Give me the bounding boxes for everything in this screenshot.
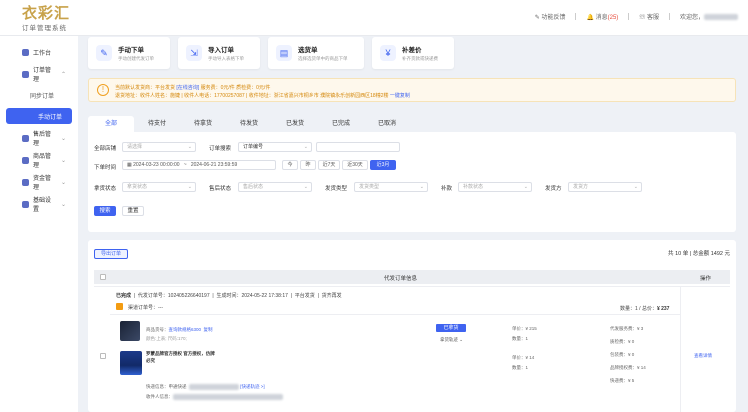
range-30d[interactable]: 近30天 xyxy=(342,160,368,170)
sidebar-item-aftersale[interactable]: 售后管理 ⌄ xyxy=(0,129,78,147)
sidebar-item-settings[interactable]: 基础设置 ⌄ xyxy=(0,195,78,213)
cart-icon: ▤ xyxy=(276,45,292,61)
copy-address-link[interactable]: 一键复制 xyxy=(390,93,410,99)
chevron-down-icon: ⌄ xyxy=(60,135,66,142)
reset-button[interactable]: 重置 xyxy=(122,206,144,216)
card-manual-order[interactable]: ✎ 手动下单 手动创建代发订单 xyxy=(88,37,170,69)
wallet-icon xyxy=(22,178,29,186)
aftersale-icon xyxy=(22,134,29,142)
divider xyxy=(94,286,730,287)
online-consult-link[interactable]: [在线咨询] xyxy=(176,85,199,91)
app-logo[interactable]: 衣彩汇 订单管理系统 xyxy=(22,5,70,32)
order-icon xyxy=(22,70,29,78)
chevron-down-icon: ⌄ xyxy=(419,184,424,190)
order-tabs: 全部 待支付 待拿货 待发货 已发货 已完成 已取消 xyxy=(88,116,410,132)
logo-text: 衣彩汇 xyxy=(22,4,71,22)
card-import-order[interactable]: ⇲ 导入订单 手动导入表格下单 xyxy=(178,37,260,69)
messages-link[interactable]: 🔔 消息(25) xyxy=(586,12,618,21)
view-detail-link[interactable]: 查看详情 xyxy=(694,353,712,359)
pick-status-select[interactable]: 拿货状态 ⌄ xyxy=(122,182,196,192)
product-thumbnail[interactable] xyxy=(120,321,140,341)
chevron-down-icon: ⌄ xyxy=(60,179,66,186)
sidebar-item-workbench[interactable]: 工作台 xyxy=(0,43,78,61)
search-input[interactable] xyxy=(316,142,400,152)
copy-link[interactable]: 复制 xyxy=(204,327,213,332)
tab-shipped[interactable]: 已发货 xyxy=(272,116,318,132)
status-badge: 已拿货 xyxy=(436,324,466,332)
chevron-down-icon: ⌄ xyxy=(187,144,192,150)
chevron-down-icon: ⌄ xyxy=(303,144,308,150)
chevron-down-icon: ⌄ xyxy=(523,184,528,190)
shipper-select[interactable]: 发货方 ⌄ xyxy=(568,182,642,192)
tab-to-pick[interactable]: 待拿货 xyxy=(180,116,226,132)
sidebar-item-funds[interactable]: 资金管理 ⌄ xyxy=(0,173,78,191)
import-icon: ⇲ xyxy=(186,45,202,61)
export-orders-button[interactable]: 导出订单 xyxy=(94,249,128,259)
order-total: 共 10 单 | 总金额 1492 元 xyxy=(668,251,730,257)
chevron-down-icon: ⌄ xyxy=(60,157,66,164)
pick-trace-toggle[interactable]: 拿货轨迹 ⌄ xyxy=(440,337,463,343)
top-header: 衣彩汇 订单管理系统 ✎ 功能反馈 🔔 消息(25) ☏ 客服 欢迎您， xyxy=(0,0,748,36)
tab-unpaid[interactable]: 待支付 xyxy=(134,116,180,132)
sidebar-item-manual-orders[interactable]: 手动订单 xyxy=(6,108,72,124)
notice-banner: ! 当前默认发货商：平台发货 [在线咨询] 服务费：0元/件 质检费：0元/件 … xyxy=(88,78,736,102)
payment-status-select[interactable]: 补款状态 ⌄ xyxy=(458,182,532,192)
range-3m[interactable]: 近3月 xyxy=(370,160,396,170)
chevron-down-icon: ⌄ xyxy=(60,201,66,208)
tab-cancelled[interactable]: 已取消 xyxy=(364,116,410,132)
tab-to-ship[interactable]: 待发货 xyxy=(226,116,272,132)
select-all-checkbox[interactable] xyxy=(100,274,106,280)
brand-logo-thumbnail xyxy=(120,351,142,375)
card-pick-list[interactable]: ▤ 选货单 选择选货单中的商品下单 xyxy=(268,37,364,69)
chevron-up-icon: ⌃ xyxy=(60,71,66,78)
time-range-input[interactable]: ▦ 2024-03-23 00:00:00 ~ 2024-06-21 23:59… xyxy=(122,160,276,170)
range-yesterday[interactable]: 昨 xyxy=(300,160,316,170)
header-actions: ✎ 功能反馈 🔔 消息(25) ☏ 客服 欢迎您， xyxy=(535,12,738,21)
money-icon: ¥ xyxy=(380,45,396,61)
chevron-down-icon: ⌄ xyxy=(633,184,638,190)
express-trace-link[interactable]: [快递轨迹 >] xyxy=(240,384,264,389)
settings-icon xyxy=(22,200,29,208)
platform-icon xyxy=(116,303,123,310)
goods-link[interactable]: 查询款规格6300 xyxy=(169,327,202,332)
delivery-type-select[interactable]: 发货类型 ⌄ xyxy=(354,182,428,192)
goods-icon xyxy=(22,156,29,164)
tab-all[interactable]: 全部 xyxy=(88,116,134,132)
row-checkbox[interactable] xyxy=(100,353,106,359)
search-type-select[interactable]: 订单编号 ⌄ xyxy=(238,142,312,152)
user-welcome[interactable]: 欢迎您， xyxy=(680,12,738,21)
card-price-diff[interactable]: ¥ 补差价 补齐货款或快递费 xyxy=(372,37,454,69)
service-link[interactable]: ☏ 客服 xyxy=(639,12,659,21)
feedback-link[interactable]: ✎ 功能反馈 xyxy=(535,12,566,21)
edit-icon: ✎ xyxy=(96,45,112,61)
range-today[interactable]: 今 xyxy=(282,160,298,170)
search-button[interactable]: 搜索 xyxy=(94,206,116,216)
sidebar-item-goods[interactable]: 商品管理 ⌄ xyxy=(0,151,78,169)
table-header: 代发订单信息 操作 xyxy=(94,270,730,284)
order-meta: 已完成 | 代发订单号：102405226640197 | 生成时间：2024-… xyxy=(116,293,342,299)
range-7d[interactable]: 近7天 xyxy=(318,160,340,170)
sidebar: 工作台 订单管理 ⌃ 同步订单 手动订单 售后管理 ⌄ 商品管理 ⌄ 资金管理 ⌄ 基础… xyxy=(0,36,78,412)
home-icon xyxy=(22,48,29,56)
warning-icon: ! xyxy=(97,84,109,96)
username-blurred xyxy=(704,14,738,21)
chevron-down-icon: ⌄ xyxy=(303,184,308,190)
logo-subtitle: 订单管理系统 xyxy=(22,25,67,32)
shop-select[interactable]: 请选择 ⌄ xyxy=(122,142,196,152)
sidebar-item-orders[interactable]: 订单管理 ⌃ xyxy=(0,65,78,83)
sidebar-item-sync-orders[interactable]: 同步订单 xyxy=(0,86,78,104)
aftersale-status-select[interactable]: 售后状态 ⌄ xyxy=(238,182,312,192)
tab-completed[interactable]: 已完成 xyxy=(318,116,364,132)
order-summary: 数量：1 / 总价：¥ 237 xyxy=(620,306,670,312)
chevron-down-icon: ⌄ xyxy=(187,184,192,190)
